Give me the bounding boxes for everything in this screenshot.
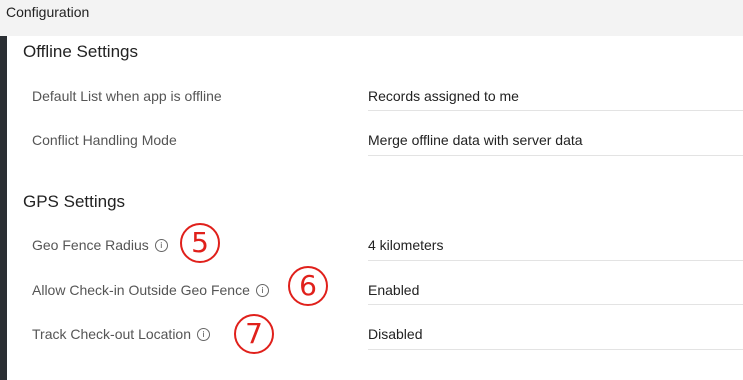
left-rail — [0, 36, 7, 380]
track-checkout-label-text: Track Check-out Location — [32, 326, 191, 342]
track-checkout-label: Track Check-out Location i — [32, 326, 210, 342]
header-bar: Configuration — [0, 0, 743, 36]
info-icon[interactable]: i — [154, 238, 168, 252]
offline-settings-title: Offline Settings — [23, 42, 138, 61]
info-icon[interactable]: i — [197, 327, 210, 341]
allow-checkin-label: Allow Check-in Outside Geo Fence i — [32, 282, 269, 298]
configuration-panel: Offline Settings Default List when app i… — [7, 36, 743, 380]
default-list-label: Default List when app is offline — [32, 88, 222, 104]
conflict-handling-label: Conflict Handling Mode — [32, 132, 177, 148]
allow-checkin-label-text: Allow Check-in Outside Geo Fence — [32, 282, 250, 298]
callout-badge: 6 — [288, 266, 328, 306]
row-divider — [368, 304, 743, 305]
page-title: Configuration — [6, 4, 90, 20]
gps-settings-title: GPS Settings — [23, 192, 126, 211]
allow-checkin-value[interactable]: Enabled — [368, 282, 419, 298]
callout-badge: 7 — [234, 314, 274, 354]
default-list-value[interactable]: Records assigned to me — [368, 88, 519, 104]
conflict-handling-value[interactable]: Merge offline data with server data — [368, 132, 583, 148]
geo-fence-radius-value[interactable]: 4 kilometers — [368, 237, 443, 253]
callout-badge: 5 — [180, 223, 220, 263]
row-divider — [368, 110, 743, 111]
conflict-handling-label-text: Conflict Handling Mode — [32, 132, 177, 148]
geo-fence-radius-label-text: Geo Fence Radius — [32, 237, 149, 253]
row-divider — [368, 155, 743, 156]
info-icon[interactable]: i — [255, 283, 269, 297]
default-list-label-text: Default List when app is offline — [32, 88, 222, 104]
track-checkout-value[interactable]: Disabled — [368, 326, 422, 342]
row-divider — [368, 260, 743, 261]
row-divider — [368, 349, 743, 350]
geo-fence-radius-label: Geo Fence Radius i — [32, 237, 168, 253]
